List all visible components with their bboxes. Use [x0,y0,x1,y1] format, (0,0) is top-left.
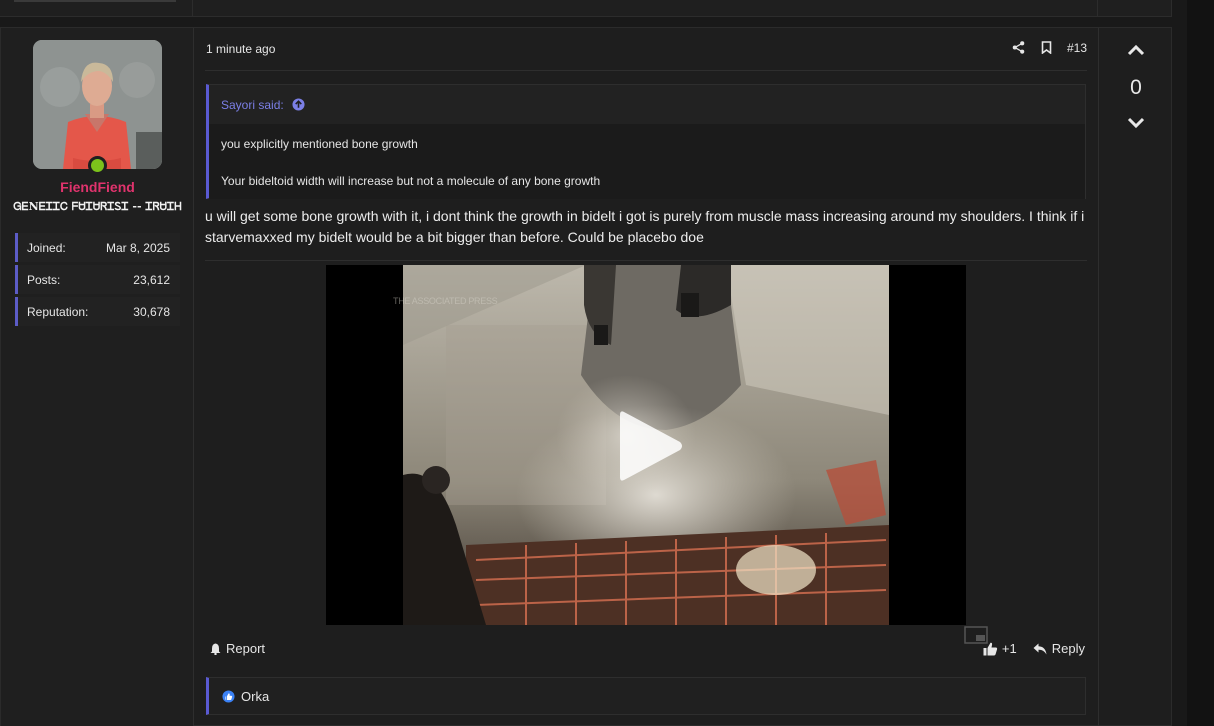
chevron-up-icon[interactable] [1126,42,1146,58]
avatar[interactable] [33,40,162,169]
report-label: Report [226,641,266,656]
quote-body: you explicitly mentioned bone growth You… [209,124,1085,199]
stat-label: Posts: [27,272,61,287]
post-main: 1 minute ago #13 Sayori said: you explic… [205,28,1087,726]
share-icon[interactable] [1011,40,1026,55]
reply-button[interactable]: Reply [1033,641,1085,656]
stat-value: 30,678 [133,304,170,319]
stat-value[interactable]: 23,612 [133,273,170,287]
stat-label: Joined: [27,240,66,255]
post-footer: Report +1 Reply [205,639,1087,661]
scrollbar-track[interactable] [1187,0,1214,726]
thumbs-up-icon [983,641,998,656]
quote-line: Your bideltoid width will increase but n… [221,174,601,188]
footer-actions: +1 Reply [983,641,1085,656]
bell-icon [208,641,223,656]
username[interactable]: FiendFiend [1,179,194,195]
previous-post-divider [192,0,193,17]
chevron-down-icon[interactable] [1126,115,1146,131]
stat-value: Mar 8, 2025 [105,240,170,255]
reaction-user[interactable]: Orka [241,689,269,704]
message-divider [205,260,1087,261]
reply-icon [1033,641,1048,656]
quote-block: Sayori said: you explicitly mentioned bo… [206,84,1086,199]
quote-line: you explicitly mentioned bone growth [221,137,418,151]
user-sidebar: FiendFiend ᏀᎬΝᎬᏆᏆᏟ ᖴᏌᏆᏌᏒᏆᏚᏆ -- ᏆᏒᏌᏆᎻ Joi… [1,28,194,726]
reactions-bar: Orka [206,677,1086,715]
report-button[interactable]: Report [208,641,265,656]
previous-post-edge [0,0,1172,17]
vote-count: 0 [1130,76,1142,99]
previous-post-vote-divider [1097,0,1098,17]
play-icon[interactable] [616,406,686,486]
post-timestamp[interactable]: 1 minute ago [206,42,275,56]
like-button[interactable]: +1 [983,641,1017,656]
stat-joined: Joined: Mar 8, 2025 [15,233,180,262]
post-actions: #13 [1011,40,1087,55]
embedded-video[interactable]: THE ASSOCIATED PRESS [326,265,966,625]
vote-column: 0 [1098,28,1172,726]
arrow-up-circle-icon[interactable] [291,97,306,112]
quote-author[interactable]: Sayori said: [221,98,284,112]
online-status-indicator [88,156,107,175]
stat-label: Reputation: [27,304,89,319]
bookmark-icon[interactable] [1039,40,1054,55]
video-watermark: THE ASSOCIATED PRESS [393,296,498,306]
header-divider [205,70,1087,71]
quote-header: Sayori said: [209,85,1085,124]
post-message: u will get some bone growth with it, i d… [205,208,1085,245]
post-number[interactable]: #13 [1067,41,1087,55]
forum-post: FiendFiend ᏀᎬΝᎬᏆᏆᏟ ᖴᏌᏆᏌᏒᏆᏚᏆ -- ᏆᏒᏌᏆᎻ Joi… [0,27,1172,726]
like-count: +1 [1001,641,1017,656]
like-reaction-icon [221,689,236,704]
avatar-image [33,40,162,169]
previous-post-accent [14,0,176,2]
user-title: ᏀᎬΝᎬᏆᏆᏟ ᖴᏌᏆᏌᏒᏆᏚᏆ -- ᏆᏒᏌᏆᎻ [13,200,182,213]
stat-reputation: Reputation: 30,678 [15,297,180,326]
stat-posts: Posts: 23,612 [15,265,180,294]
reply-label: Reply [1051,641,1085,656]
